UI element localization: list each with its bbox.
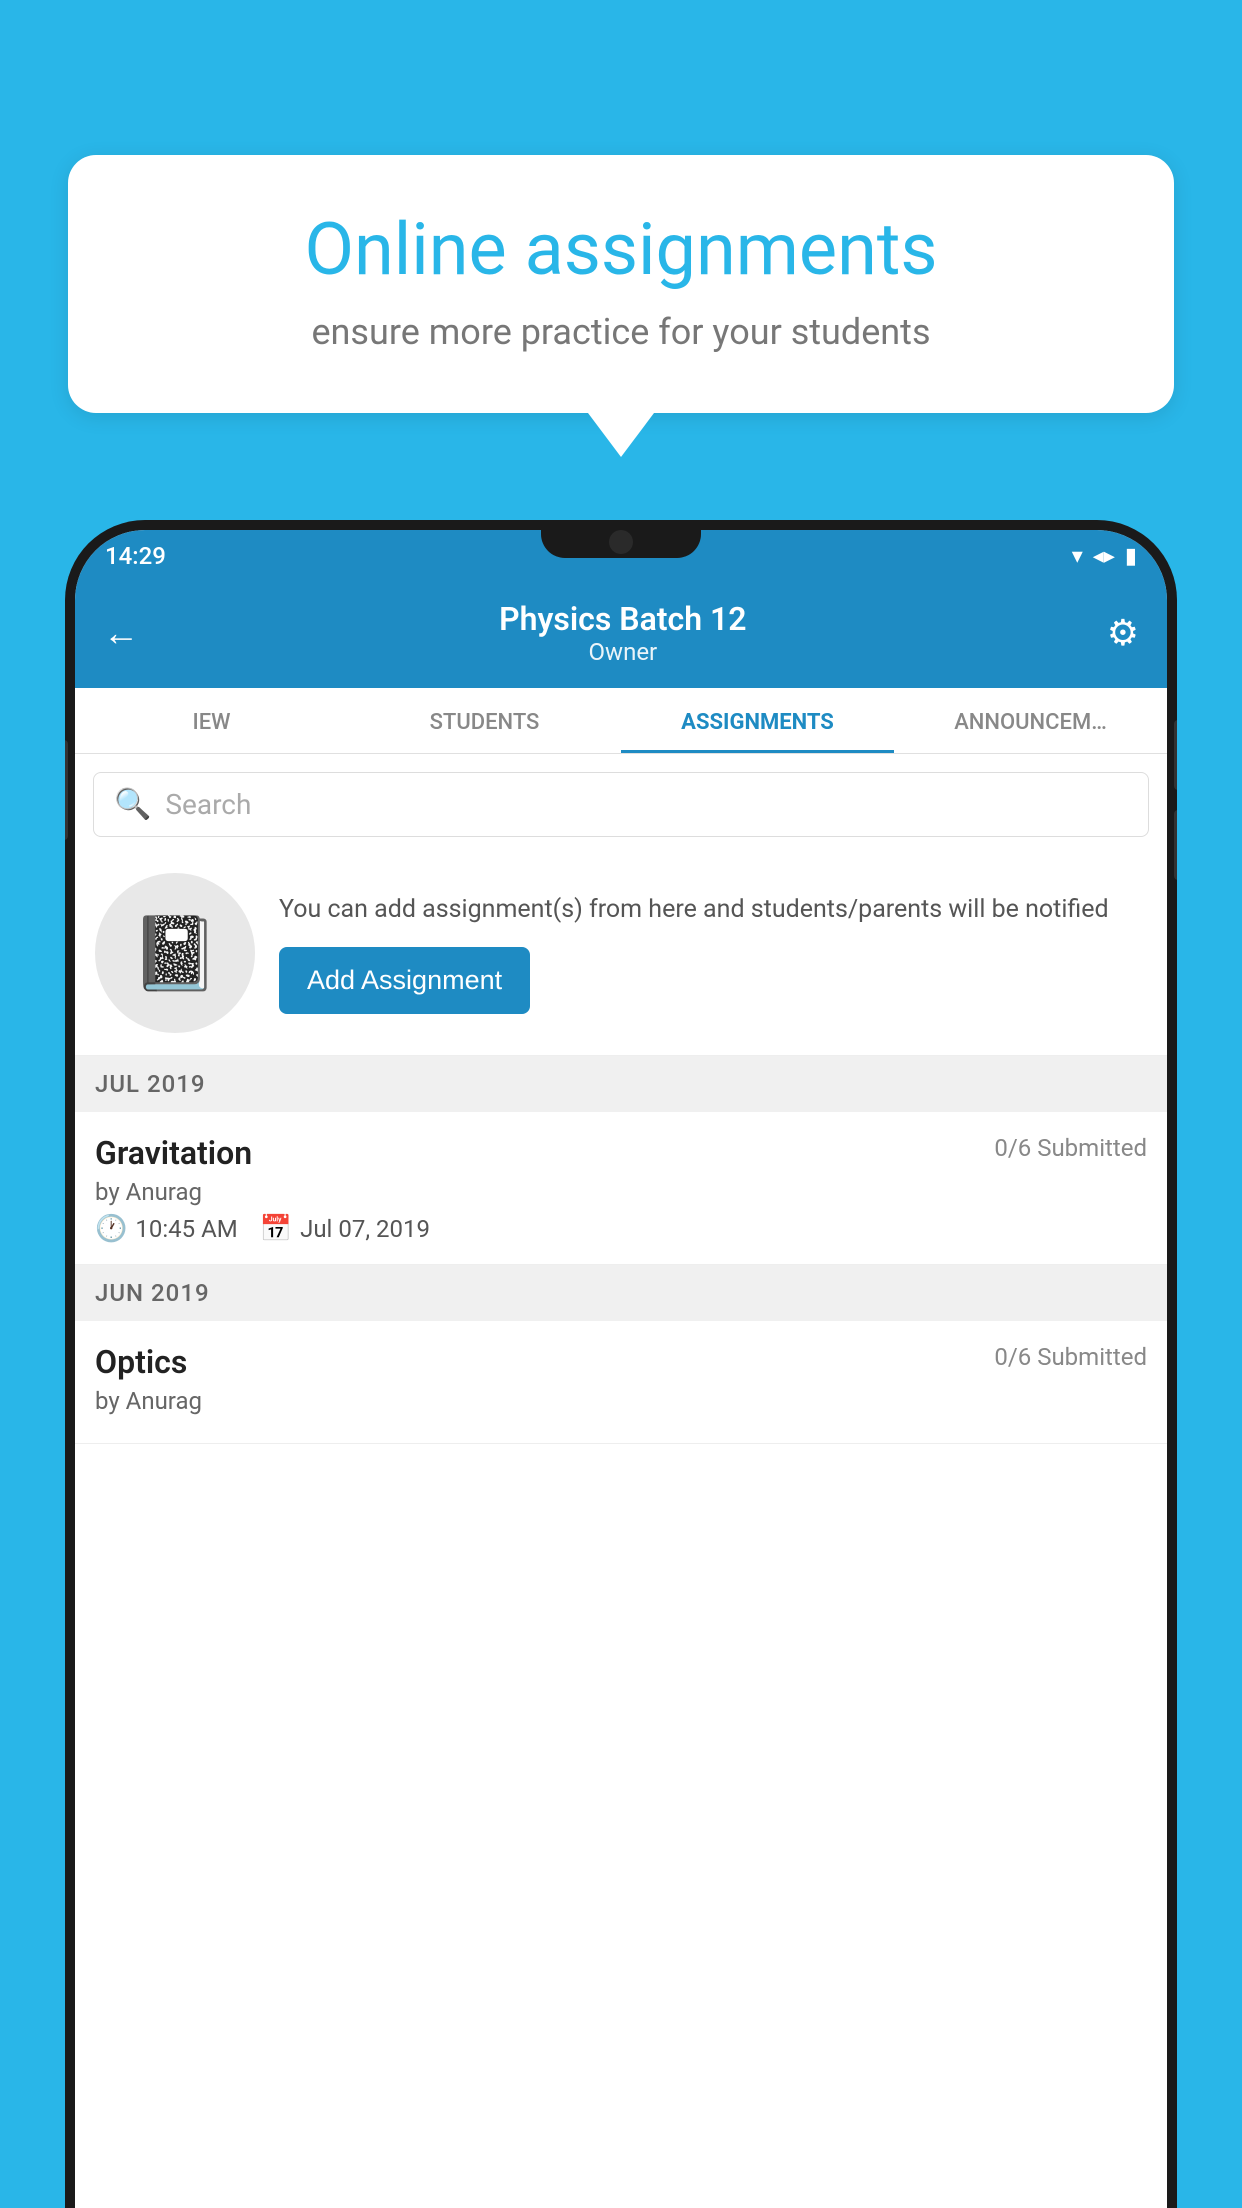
assignment-time-gravitation: 🕐 10:45 AM [95, 1214, 238, 1244]
search-placeholder: Search [165, 788, 251, 821]
assignment-by-gravitation: by Anurag [95, 1178, 1147, 1206]
bubble-subtitle: ensure more practice for your students [128, 311, 1114, 353]
assignment-optics-row1: Optics 0/6 Submitted [95, 1343, 1147, 1381]
side-button-1 [1174, 720, 1177, 790]
app-header: ← Physics Batch 12 Owner ⚙ [75, 582, 1167, 688]
assignment-submitted-gravitation: 0/6 Submitted [994, 1134, 1147, 1162]
search-bar[interactable]: 🔍 Search [93, 772, 1149, 837]
assignment-gravitation[interactable]: Gravitation 0/6 Submitted by Anurag 🕐 10… [75, 1112, 1167, 1265]
status-time: 14:29 [105, 542, 166, 570]
add-assignment-button[interactable]: Add Assignment [279, 947, 530, 1014]
speech-bubble: Online assignments ensure more practice … [68, 155, 1174, 413]
assignment-time-value: 10:45 AM [135, 1215, 237, 1243]
phone-camera [609, 530, 633, 554]
settings-icon[interactable]: ⚙ [1107, 612, 1139, 654]
tab-announcements[interactable]: ANNOUNCEM… [894, 688, 1167, 753]
side-button-2 [1174, 810, 1177, 880]
assignment-name-optics: Optics [95, 1343, 187, 1381]
assignment-name-gravitation: Gravitation [95, 1134, 252, 1172]
assignment-row1: Gravitation 0/6 Submitted [95, 1134, 1147, 1172]
clock-icon: 🕐 [95, 1214, 127, 1244]
battery-icon: ▮ [1125, 544, 1137, 569]
section-jun-2019: JUN 2019 [75, 1265, 1167, 1321]
promo-icon-circle: 📓 [95, 873, 255, 1033]
section-jul-2019: JUL 2019 [75, 1056, 1167, 1112]
header-subtitle: Owner [499, 638, 746, 666]
assignment-date-gravitation: 📅 Jul 07, 2019 [260, 1214, 430, 1244]
content-area: 🔍 Search 📓 You can add assignment(s) fro… [75, 754, 1167, 1444]
signal-icon: ◂▸ [1093, 544, 1115, 569]
tab-iew[interactable]: IEW [75, 688, 348, 753]
header-title-block: Physics Batch 12 Owner [499, 600, 746, 666]
status-icons: ▾ ◂▸ ▮ [1072, 544, 1137, 569]
promo-description: You can add assignment(s) from here and … [279, 892, 1147, 928]
bubble-title: Online assignments [128, 210, 1114, 289]
tab-assignments[interactable]: ASSIGNMENTS [621, 688, 894, 753]
side-button-left [65, 740, 68, 840]
tab-students[interactable]: STUDENTS [348, 688, 621, 753]
assignment-by-optics: by Anurag [95, 1387, 1147, 1415]
tab-bar: IEW STUDENTS ASSIGNMENTS ANNOUNCEM… [75, 688, 1167, 754]
assignment-meta-gravitation: 🕐 10:45 AM 📅 Jul 07, 2019 [95, 1214, 1147, 1244]
search-icon: 🔍 [114, 787, 151, 822]
assignment-submitted-optics: 0/6 Submitted [994, 1343, 1147, 1371]
assignment-date-value: Jul 07, 2019 [300, 1215, 430, 1243]
header-title: Physics Batch 12 [499, 600, 746, 638]
wifi-icon: ▾ [1072, 544, 1083, 569]
promo-text-block: You can add assignment(s) from here and … [279, 892, 1147, 1013]
phone-screen: 14:29 ▾ ◂▸ ▮ ← Physics Batch 12 Owner ⚙ … [75, 530, 1167, 2208]
assignment-optics[interactable]: Optics 0/6 Submitted by Anurag [75, 1321, 1167, 1444]
back-button[interactable]: ← [103, 612, 139, 654]
calendar-icon: 📅 [260, 1214, 292, 1244]
phone-frame: 14:29 ▾ ◂▸ ▮ ← Physics Batch 12 Owner ⚙ … [65, 520, 1177, 2208]
notebook-icon: 📓 [130, 911, 220, 996]
promo-section: 📓 You can add assignment(s) from here an… [75, 851, 1167, 1056]
